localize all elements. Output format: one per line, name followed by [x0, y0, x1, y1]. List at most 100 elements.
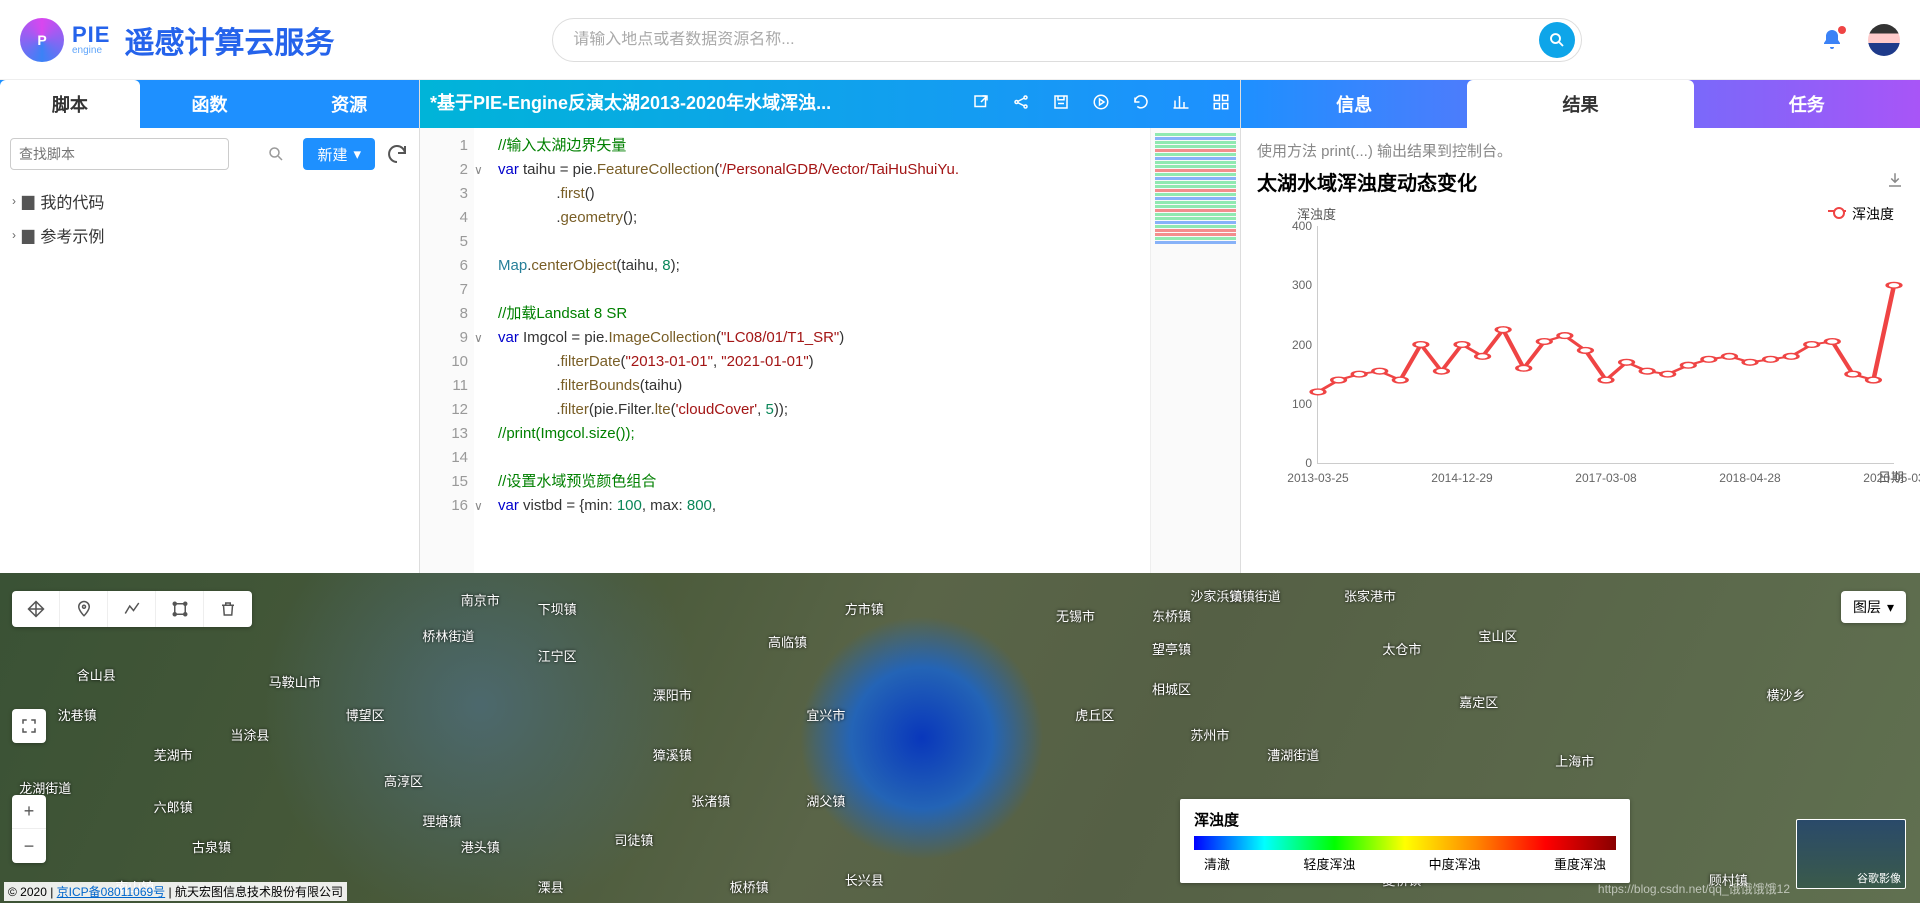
share-button[interactable] — [1012, 93, 1030, 116]
pan-tool[interactable] — [12, 591, 60, 627]
chart-title-row: 太湖水域浑浊度动态变化 — [1257, 167, 1904, 196]
filter-input[interactable] — [10, 138, 229, 170]
map-city-label: 博望区 — [346, 705, 385, 724]
map-city-label: 港头镇 — [461, 837, 500, 856]
marker-tool[interactable] — [60, 591, 108, 627]
tab-results[interactable]: 结果 — [1467, 80, 1693, 128]
search-input[interactable] — [573, 31, 1539, 49]
basemap-label: 谷歌影像 — [1857, 870, 1901, 886]
map-city-label: 龙湖街道 — [19, 778, 71, 797]
open-external-button[interactable] — [972, 93, 990, 116]
tab-resources[interactable]: 资源 — [279, 80, 419, 128]
run-button[interactable] — [1092, 93, 1110, 116]
tab-scripts[interactable]: 脚本 — [0, 80, 140, 128]
map-legend-title: 浑浊度 — [1194, 809, 1616, 830]
console-hint: 使用方法 print(...) 输出结果到控制台。 — [1257, 140, 1904, 161]
map-city-label: 溧县 — [538, 877, 564, 896]
tab-info[interactable]: 信息 — [1241, 80, 1467, 128]
polyline-icon — [123, 600, 141, 618]
tree-item-label: 我的代码 — [40, 189, 104, 213]
map-city-label: 司徒镇 — [614, 830, 653, 849]
chart-legend: 浑浊度 — [1828, 204, 1894, 224]
filter-search-icon — [267, 145, 285, 166]
stats-button[interactable] — [1172, 93, 1190, 116]
tab-tasks[interactable]: 任务 — [1694, 80, 1920, 128]
search-box — [552, 18, 1582, 62]
editor-toolbar — [972, 93, 1230, 116]
editor-header: *基于PIE-Engine反演太湖2013-2020年水域浑浊... — [420, 80, 1240, 128]
save-icon — [1052, 93, 1070, 111]
map-legend-gradient — [1194, 836, 1616, 850]
logo-engine: engine — [72, 46, 110, 56]
map-city-label: 江宁区 — [538, 646, 577, 665]
tree-item-examples[interactable]: › ▆ 参考示例 — [12, 218, 407, 252]
app-header: P PIE engine 遥感计算云服务 — [0, 0, 1920, 80]
map-city-label: 高临镇 — [768, 632, 807, 651]
layer-button[interactable]: 图层 ▾ — [1841, 591, 1906, 623]
layer-button-label: 图层 — [1853, 597, 1881, 617]
map-city-label: 张渚镇 — [691, 791, 730, 810]
map-city-label: 相城区 — [1152, 679, 1191, 698]
search-wrap — [334, 18, 1800, 62]
new-button[interactable]: 新建 ▾ — [303, 138, 375, 170]
share-icon — [1012, 93, 1030, 111]
map-city-label: 当涂县 — [230, 725, 269, 744]
map-city-label: 芜湖市 — [154, 745, 193, 764]
chart-icon — [1172, 93, 1190, 111]
delete-tool[interactable] — [204, 591, 252, 627]
refresh-button[interactable] — [385, 142, 409, 166]
polygon-tool[interactable] — [156, 591, 204, 627]
tree-item-mycode[interactable]: › ▆ 我的代码 — [12, 184, 407, 218]
map-city-label: 板桥镇 — [730, 877, 769, 896]
copyright-year: © 2020 — [8, 885, 47, 899]
basemap-thumbnail[interactable]: 谷歌影像 — [1796, 819, 1906, 889]
fullscreen-button[interactable] — [12, 709, 46, 743]
map-city-label: 无锡市 — [1056, 606, 1095, 625]
map-city-label: 东桥镇 — [1152, 606, 1191, 625]
map-legend: 浑浊度 清澈 轻度浑浊 中度浑浊 重度浑浊 — [1180, 799, 1630, 883]
zoom-out-button[interactable]: − — [12, 829, 46, 863]
map-draw-tools — [12, 591, 252, 627]
logo-pie: PIE — [72, 24, 110, 46]
zoom-in-button[interactable]: + — [12, 795, 46, 829]
map-city-label: 漕湖街道 — [1267, 745, 1319, 764]
editor-title: *基于PIE-Engine反演太湖2013-2020年水域浑浊... — [430, 93, 831, 115]
reset-button[interactable] — [1132, 93, 1150, 116]
map-city-label: 嘉定区 — [1459, 692, 1498, 711]
move-icon — [27, 600, 45, 618]
script-tree: › ▆ 我的代码 › ▆ 参考示例 — [0, 180, 419, 256]
map-city-label: 桥林街道 — [422, 626, 474, 645]
chevron-down-icon: ▾ — [353, 145, 361, 163]
chevron-right-icon: › — [12, 194, 16, 208]
map-view[interactable]: 白杨镇含山县沈巷镇芜湖市龙湖街道六郎镇下坝镇桥林街道南京市江宁区马鞍山市博望区当… — [0, 573, 1920, 903]
grid-icon — [1212, 93, 1230, 111]
search-button[interactable] — [1539, 22, 1575, 58]
tab-functions[interactable]: 函数 — [140, 80, 280, 128]
chart-title: 太湖水域浑浊度动态变化 — [1257, 167, 1477, 196]
logo[interactable]: P PIE engine 遥感计算云服务 — [20, 18, 334, 62]
download-button[interactable] — [1886, 171, 1904, 192]
notifications-button[interactable] — [1820, 28, 1844, 52]
user-avatar[interactable] — [1868, 24, 1900, 56]
apps-button[interactable] — [1212, 93, 1230, 116]
play-icon — [1092, 93, 1110, 111]
chevron-down-icon: ▾ — [1887, 599, 1894, 616]
filter-wrap — [10, 138, 293, 170]
open-external-icon — [972, 93, 990, 111]
legend-label: 重度浑浊 — [1554, 854, 1606, 873]
map-city-label: 望亭镇 — [1152, 639, 1191, 658]
map-city-label: 沙家浜镇 — [1190, 586, 1242, 605]
polygon-icon — [171, 600, 189, 618]
icp-link[interactable]: 京ICP备08011069号 — [57, 885, 166, 899]
refresh-icon — [385, 142, 409, 166]
save-button[interactable] — [1052, 93, 1070, 116]
header-right — [1820, 24, 1900, 56]
map-city-label: 獐溪镇 — [653, 745, 692, 764]
map-city-label: 沈巷镇 — [58, 705, 97, 724]
console-tabs: 信息 结果 任务 — [1241, 80, 1920, 128]
legend-label: 轻度浑浊 — [1303, 854, 1355, 873]
map-city-label: 理塘镇 — [422, 811, 461, 830]
map-city-label: 宜兴市 — [806, 705, 845, 724]
map-legend-labels: 清澈 轻度浑浊 中度浑浊 重度浑浊 — [1194, 854, 1616, 873]
line-tool[interactable] — [108, 591, 156, 627]
